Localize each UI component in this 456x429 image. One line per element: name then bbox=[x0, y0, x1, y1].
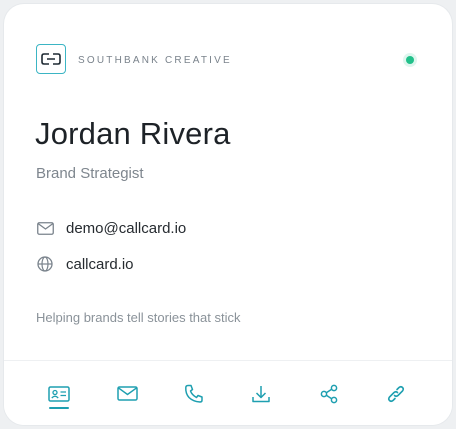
tab-link[interactable] bbox=[371, 361, 421, 425]
link-icon bbox=[387, 385, 405, 402]
company-name: SOUTHBANK CREATIVE bbox=[78, 55, 232, 66]
action-bar bbox=[4, 360, 452, 425]
tab-download[interactable] bbox=[236, 361, 286, 425]
person-name: Jordan Rivera bbox=[35, 116, 231, 151]
website-row[interactable]: callcard.io bbox=[36, 255, 134, 273]
company-logo bbox=[36, 44, 66, 74]
email-row[interactable]: demo@callcard.io bbox=[36, 219, 186, 237]
contact-card-icon bbox=[48, 385, 70, 402]
email-text[interactable]: demo@callcard.io bbox=[66, 220, 186, 237]
share-icon bbox=[320, 384, 338, 403]
tab-contact-card[interactable] bbox=[34, 361, 84, 425]
person-title: Brand Strategist bbox=[36, 165, 144, 182]
tab-email[interactable] bbox=[102, 361, 152, 425]
card-header: SOUTHBANK CREATIVE Jordan Rivera Brand S… bbox=[4, 4, 452, 360]
business-card: SOUTHBANK CREATIVE Jordan Rivera Brand S… bbox=[4, 4, 452, 425]
globe-icon bbox=[36, 255, 54, 273]
status-indicator bbox=[406, 56, 414, 64]
mail-icon bbox=[36, 219, 54, 237]
download-icon bbox=[252, 385, 270, 402]
phone-icon bbox=[185, 384, 203, 403]
mail-icon bbox=[116, 386, 138, 401]
tagline: Helping brands tell stories that stick bbox=[36, 310, 241, 325]
tab-share[interactable] bbox=[304, 361, 354, 425]
website-text[interactable]: callcard.io bbox=[66, 256, 134, 273]
logo-mark-icon bbox=[41, 53, 61, 65]
tab-phone[interactable] bbox=[169, 361, 219, 425]
